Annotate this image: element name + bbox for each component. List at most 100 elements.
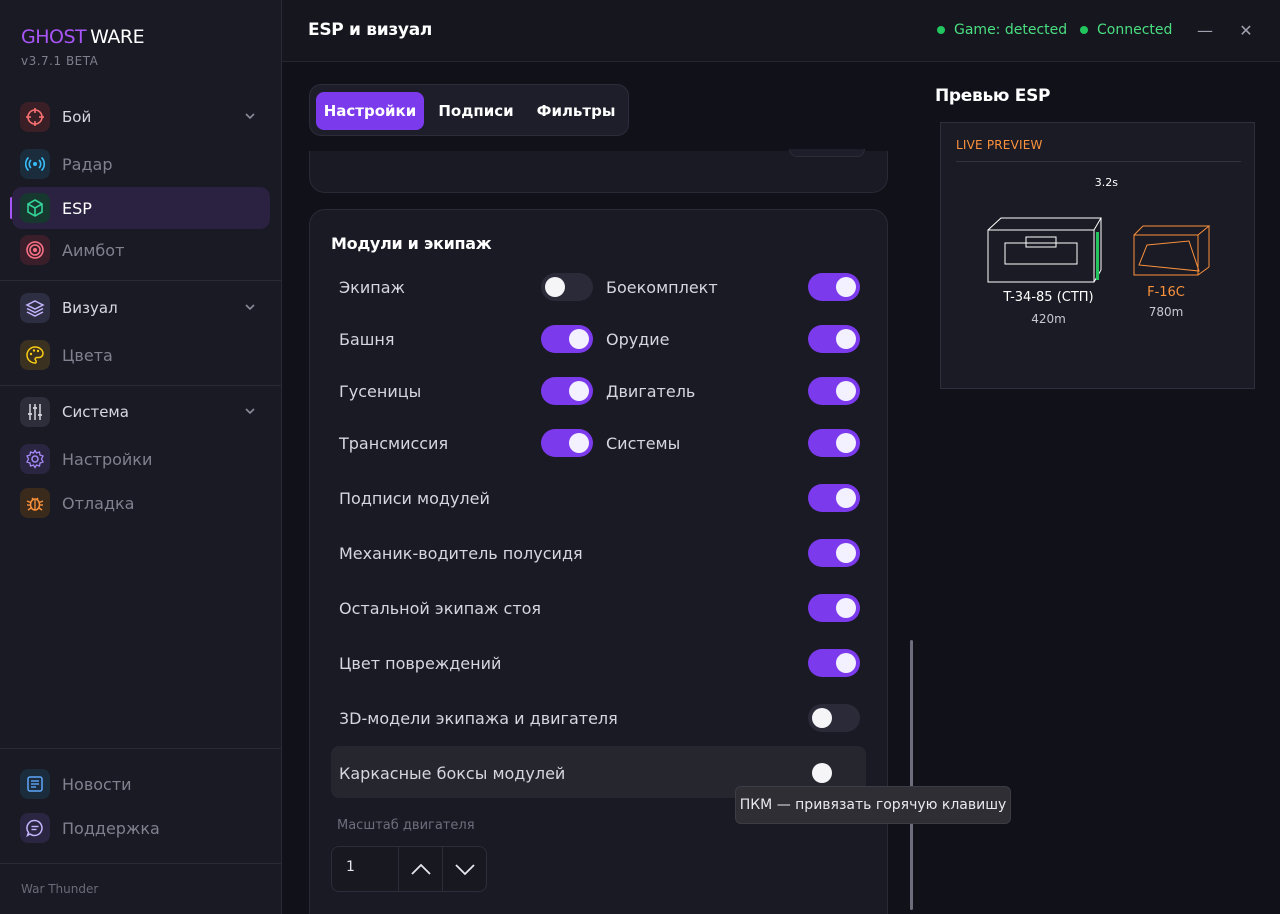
sidebar-label: Настройки — [62, 449, 153, 469]
divider — [0, 385, 282, 386]
chevron-up-icon — [411, 863, 431, 875]
toggle-driver-seated[interactable] — [808, 539, 860, 567]
sidebar-item-radar[interactable]: Радар — [12, 143, 270, 185]
chevron-down-icon — [245, 408, 255, 415]
toggle-transmission[interactable] — [541, 429, 593, 457]
status-dot-icon — [1080, 26, 1088, 34]
palette-icon — [20, 340, 50, 370]
header: ESP и визуал Game: detected Connected — … — [282, 0, 1280, 62]
cube-icon — [20, 193, 50, 223]
option-label: Каркасные боксы модулей — [339, 764, 566, 783]
decrement-button[interactable] — [442, 847, 487, 891]
toggle-module-labels[interactable] — [808, 484, 860, 512]
toggle-ammo[interactable] — [808, 273, 860, 301]
option-label: Орудие — [606, 330, 670, 349]
sidebar-item-colors[interactable]: Цвета — [12, 334, 270, 376]
option-label: Системы — [606, 434, 681, 453]
target-distance: 420m — [1031, 312, 1066, 326]
sidebar-item-support[interactable]: Поддержка — [12, 807, 270, 849]
chevron-down-icon — [245, 113, 255, 120]
tab-bar: Настройки Подписи Фильтры — [309, 84, 629, 136]
sidebar-item-news[interactable]: Новости — [12, 763, 270, 805]
sidebar: GHOST WARE v3.7.1 BETA Бой Радар ESP Аимб… — [0, 0, 282, 914]
option-label: Остальной экипаж стоя — [339, 599, 542, 618]
target-tank-box — [987, 217, 1102, 283]
page-title: ESP и визуал — [308, 20, 433, 40]
engine-scale-label: Масштаб двигателя — [337, 818, 475, 833]
sidebar-label: Бой — [62, 108, 92, 126]
live-preview-label: LIVE PREVIEW — [956, 138, 1043, 152]
sidebar-label: Система — [62, 403, 129, 421]
increment-button[interactable] — [398, 847, 443, 891]
scrollbar-thumb[interactable] — [910, 640, 913, 910]
option-label: Цвет повреждений — [339, 654, 502, 673]
toggle-crew-standing[interactable] — [808, 594, 860, 622]
sidebar-label: Отладка — [62, 493, 135, 513]
engine-scale-stepper[interactable]: 1 — [331, 846, 487, 892]
hotkey-tooltip: ПКМ — привязать горячую клавишу — [735, 786, 1011, 824]
toggle-wireframe-boxes[interactable] — [808, 759, 860, 787]
app-version: v3.7.1 BETA — [21, 54, 99, 68]
tab-settings[interactable]: Настройки — [316, 92, 424, 130]
preview-title: Превью ESP — [935, 86, 1051, 106]
chevron-down-icon — [245, 304, 255, 311]
sidebar-label: ESP — [62, 198, 92, 218]
toggle-turret[interactable] — [541, 325, 593, 353]
option-label: Башня — [339, 330, 395, 349]
option-label: Трансмиссия — [339, 434, 449, 453]
gear-icon — [20, 444, 50, 474]
chat-icon — [20, 813, 50, 843]
divider — [0, 863, 282, 864]
divider — [0, 280, 282, 281]
toggle-damage-color[interactable] — [808, 649, 860, 677]
toggle-systems[interactable] — [808, 429, 860, 457]
option-label: Двигатель — [606, 382, 696, 401]
sliders-icon — [20, 397, 50, 427]
sidebar-item-debug[interactable]: Отладка — [12, 482, 270, 524]
section-title: Модули и экипаж — [331, 234, 492, 253]
target-name: T-34-85 (СТП) — [1003, 290, 1094, 305]
layers-icon — [20, 293, 50, 323]
tab-filters[interactable]: Фильтры — [530, 92, 622, 130]
toggle-tracks[interactable] — [541, 377, 593, 405]
chevron-down-icon — [455, 864, 475, 876]
target-timer: 3.2s — [1094, 176, 1118, 189]
toggle-engine[interactable] — [808, 377, 860, 405]
crosshair-icon — [20, 102, 50, 132]
option-label: Гусеницы — [339, 382, 422, 401]
sidebar-group-visual[interactable]: Визуал — [12, 287, 270, 329]
sidebar-label: Поддержка — [62, 818, 160, 838]
sidebar-item-esp[interactable]: ESP — [12, 187, 270, 229]
tab-labels[interactable]: Подписи — [430, 92, 522, 130]
option-label: Механик-водитель полусидя — [339, 544, 583, 563]
esp-preview: LIVE PREVIEW 3.2s T-34-85 (СТП) 420m F-1… — [940, 122, 1255, 389]
sidebar-label: Радар — [62, 154, 113, 174]
divider — [956, 161, 1241, 162]
toggle-gun[interactable] — [808, 325, 860, 353]
target-name: F-16C — [1147, 285, 1185, 300]
option-label: 3D-модели экипажа и двигателя — [339, 709, 618, 728]
sidebar-label: Цвета — [62, 345, 113, 365]
stepper-value: 1 — [346, 859, 355, 875]
target-plane-box — [1133, 225, 1211, 276]
sidebar-label: Новости — [62, 774, 132, 794]
previous-card-control — [789, 149, 865, 157]
sidebar-group-system[interactable]: Система — [12, 391, 270, 433]
sidebar-item-settings[interactable]: Настройки — [12, 438, 270, 480]
close-button[interactable]: ✕ — [1234, 18, 1258, 42]
option-label: Экипаж — [339, 278, 405, 297]
toggle-3d-models[interactable] — [808, 704, 860, 732]
bug-icon — [20, 488, 50, 518]
minimize-button[interactable]: — — [1193, 18, 1217, 42]
sidebar-label: Аимбот — [62, 240, 125, 260]
brand-logo: GHOST WARE — [21, 26, 145, 48]
toggle-crew[interactable] — [541, 273, 593, 301]
divider — [0, 748, 282, 749]
option-label: Боекомплект — [606, 278, 718, 297]
sidebar-item-aimbot[interactable]: Аимбот — [12, 229, 270, 271]
news-icon — [20, 769, 50, 799]
previous-card — [309, 149, 888, 193]
option-label: Подписи модулей — [339, 489, 490, 508]
sidebar-label: Визуал — [62, 299, 118, 317]
sidebar-group-combat[interactable]: Бой — [12, 96, 270, 138]
